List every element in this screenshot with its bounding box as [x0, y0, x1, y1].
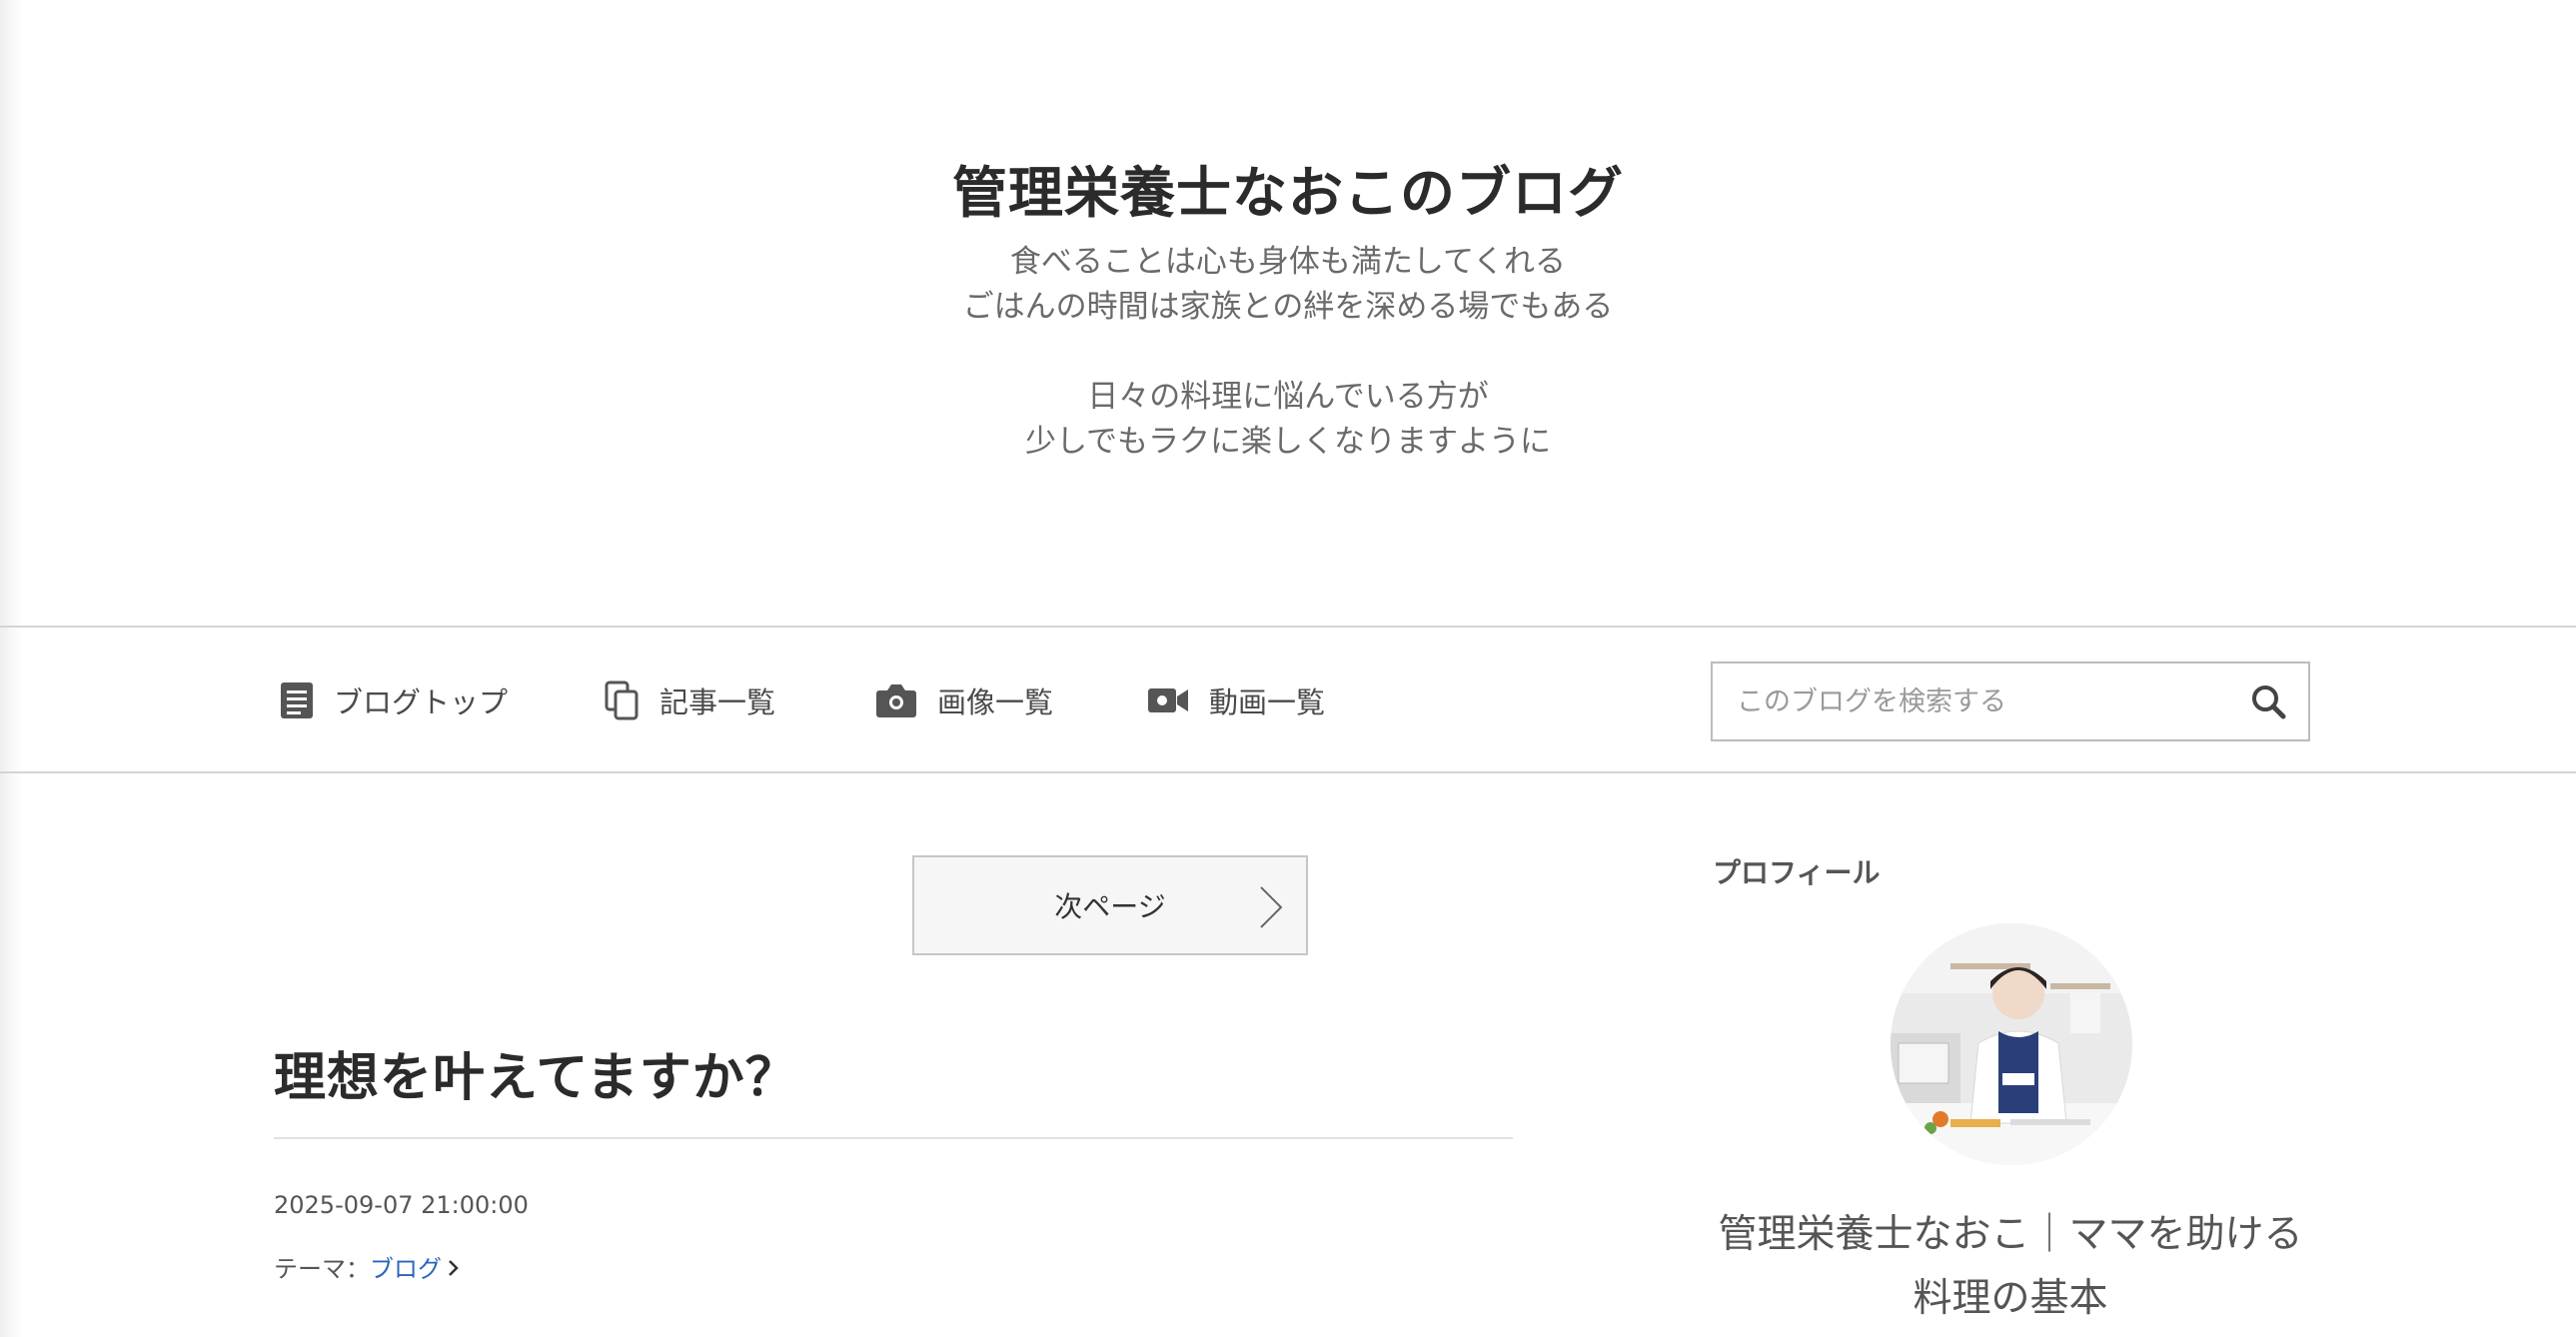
- profile-photo: [1891, 923, 2132, 1165]
- search-input[interactable]: [1713, 664, 2228, 739]
- article-title[interactable]: 理想を叶えてますか？: [274, 1035, 798, 1110]
- description-line: [0, 330, 2576, 375]
- nav-item-label: ブログトップ: [334, 685, 509, 719]
- nav-item-articles[interactable]: 記事一覧: [604, 677, 775, 723]
- copy-icon: [605, 680, 639, 720]
- video-icon: [1148, 688, 1188, 712]
- article-divider: [274, 1137, 1513, 1139]
- chevron-right-icon: [1260, 886, 1283, 928]
- profile-heading: プロフィール: [1713, 856, 1881, 889]
- profile-name-line: 管理栄養士なおこ｜ママを助ける: [1718, 1212, 2303, 1257]
- description-line: 日々の料理に悩んでいる方が: [1087, 379, 1489, 415]
- nav-item-images[interactable]: 画像一覧: [875, 677, 1053, 723]
- description-line: ごはんの時間は家族との絆を深める場でもある: [962, 289, 1614, 325]
- blog-header: 管理栄養士なおこのブログ 食べることは心も身体も満たしてくれる ごはんの時間は家…: [0, 0, 2576, 626]
- avatar[interactable]: [1891, 923, 2132, 1165]
- next-page-label: 次ページ: [1054, 890, 1166, 923]
- document-icon: [281, 682, 313, 718]
- profile-name[interactable]: 管理栄養士なおこ｜ママを助ける 料理の基本: [1711, 1203, 2310, 1331]
- nav-item-videos[interactable]: 動画一覧: [1147, 677, 1325, 723]
- search-box: [1711, 662, 2310, 741]
- nav-item-label: 画像一覧: [937, 685, 1054, 719]
- blog-nav: ブログトップ 記事一覧 画像一覧 動画一覧: [0, 626, 2576, 773]
- blog-description: 食べることは心も身体も満たしてくれる ごはんの時間は家族との絆を深める場でもある…: [0, 240, 2576, 465]
- camera-icon: [876, 684, 916, 717]
- blog-title[interactable]: 管理栄養士なおこのブログ: [0, 148, 2576, 228]
- article-theme: テーマ： ブログ: [274, 1249, 460, 1284]
- description-line: 少しでもラクに楽しくなりますように: [1024, 424, 1552, 460]
- theme-label: テーマ：: [274, 1255, 370, 1283]
- profile-name-line: 料理の基本: [1913, 1276, 2108, 1321]
- nav-item-label: 動画一覧: [1209, 685, 1326, 719]
- chevron-right-icon: [449, 1259, 459, 1276]
- description-line: 食べることは心も身体も満たしてくれる: [1009, 244, 1567, 280]
- nav-item-blog-top[interactable]: ブログトップ: [280, 677, 508, 723]
- search-icon: [2252, 685, 2286, 719]
- search-button[interactable]: [2228, 664, 2308, 739]
- article-date: 2025-09-07 21:00:00: [274, 1191, 529, 1219]
- theme-link[interactable]: ブログ: [370, 1249, 460, 1284]
- theme-value: ブログ: [370, 1255, 442, 1283]
- nav-item-label: 記事一覧: [659, 685, 776, 719]
- next-page-button[interactable]: 次ページ: [912, 855, 1308, 955]
